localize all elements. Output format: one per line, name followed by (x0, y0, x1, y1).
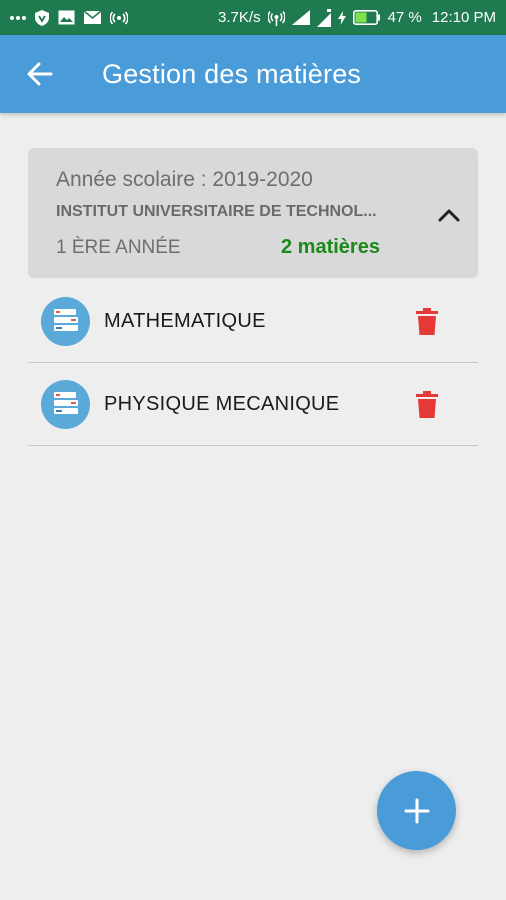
books-icon (41, 296, 90, 346)
hotspot-icon (110, 10, 128, 25)
charging-icon (337, 10, 346, 25)
delete-button[interactable] (410, 384, 444, 424)
institution-label: INSTITUT UNIVERSITAIRE DE TECHNOL... (56, 203, 377, 220)
level-label: 1 ÈRE ANNÉE (56, 237, 181, 258)
network-speed: 3.7K/s (218, 9, 261, 26)
mail-icon (84, 11, 101, 24)
more-dots-icon (10, 15, 26, 21)
signal-icon (291, 10, 310, 25)
shield-icon (35, 9, 49, 26)
plus-icon (404, 798, 430, 824)
group-header[interactable]: Année scolaire : 2019-2020 INSTITUT UNIV… (28, 148, 478, 278)
arrow-back-icon (27, 62, 53, 86)
app-bar: Gestion des matières (0, 35, 506, 113)
books-icon (41, 379, 90, 429)
delete-button[interactable] (410, 301, 444, 341)
page-title: Gestion des matières (102, 58, 362, 89)
subject-list: MATHEMATIQUE PHYSIQUE MECANIQUE (28, 280, 478, 446)
collapse-button[interactable] (432, 200, 466, 230)
clock: 12:10 PM (431, 9, 496, 26)
back-button[interactable] (0, 35, 80, 113)
signal-icon (316, 8, 331, 27)
chevron-up-icon (438, 208, 460, 222)
subject-name: PHYSIQUE MECANIQUE (104, 392, 340, 415)
list-item[interactable]: MATHEMATIQUE (28, 280, 478, 363)
status-bar: 3.7K/s 47 % 12:10 PM (0, 0, 506, 35)
subject-count: 2 matières (281, 236, 380, 258)
subject-name: MATHEMATIQUE (104, 309, 266, 332)
trash-icon (416, 390, 438, 418)
wifi-icon (267, 10, 285, 26)
school-year-label: Année scolaire : 2019-2020 (56, 168, 313, 191)
battery-percent: 47 % (387, 9, 422, 26)
trash-icon (416, 307, 438, 335)
list-item[interactable]: PHYSIQUE MECANIQUE (28, 363, 478, 446)
image-icon (58, 10, 75, 25)
add-subject-button[interactable] (377, 771, 456, 850)
battery-icon (352, 10, 381, 25)
